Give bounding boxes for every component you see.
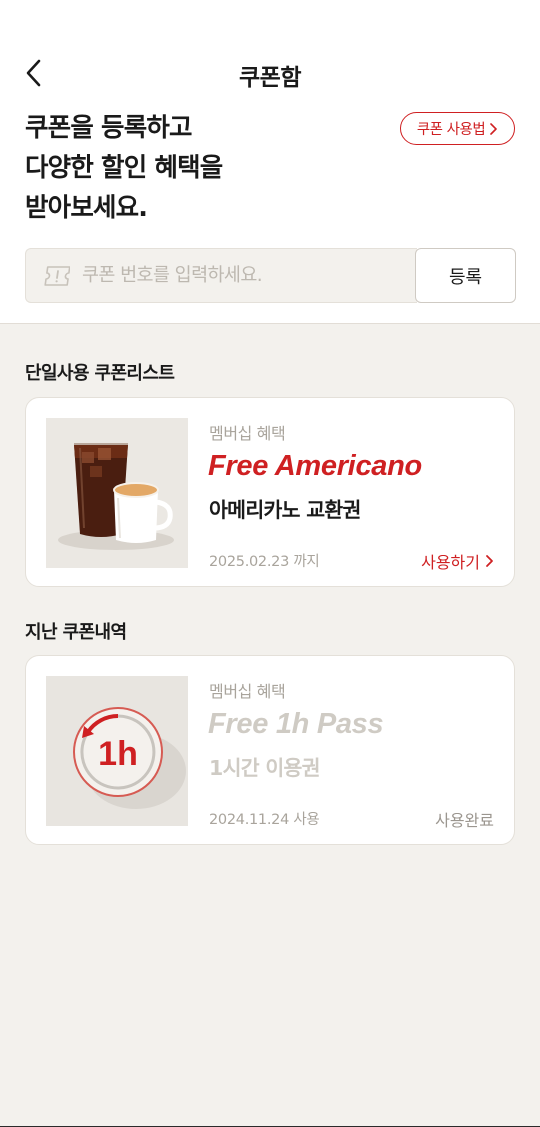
- coupon-status-label: 사용완료: [435, 811, 494, 830]
- coupon-guide-button[interactable]: 쿠폰 사용법: [400, 112, 515, 145]
- active-coupons-title: 단일사용 쿠폰리스트: [25, 363, 175, 384]
- coupon-code-field[interactable]: [25, 248, 417, 303]
- intro-line-2: 다양한 할인 혜택을: [25, 153, 223, 183]
- coupon-promo-title: Free 1h Pass: [208, 708, 384, 740]
- americano-thumbnail: [46, 418, 188, 568]
- intro-headline: 쿠폰을 등록하고 다양한 할인 혜택을 받아보세요.: [25, 108, 365, 228]
- use-coupon-label: 사용하기: [421, 553, 480, 572]
- page-title: 쿠폰함: [239, 65, 301, 91]
- coupon-category: 멤버십 혜택: [209, 424, 286, 443]
- one-hour-pass-thumbnail: 1h: [46, 676, 188, 826]
- intro-line-3: 받아보세요.: [25, 193, 148, 223]
- intro-line-1: 쿠폰을 등록하고: [25, 113, 193, 143]
- coupon-expiry-date: 2025.02.23 까지: [209, 554, 320, 570]
- coupon-category: 멤버십 혜택: [209, 682, 286, 701]
- coupon-name: 아메리카노 교환권: [209, 498, 361, 522]
- register-button[interactable]: 등록: [415, 248, 516, 303]
- coupon-card-americano[interactable]: 멤버십 혜택 Free Americano 아메리카노 교환권 2025.02.…: [25, 397, 515, 587]
- iced-and-hot-coffee-image: [46, 418, 188, 568]
- use-coupon-link[interactable]: 사용하기: [421, 549, 494, 573]
- coupon-used-date: 2024.11.24 사용: [209, 812, 320, 828]
- coupon-card-1h-pass: 1h 멤버십 혜택 Free 1h Pass 1시간 이용권 2024.11.2…: [25, 655, 515, 845]
- past-coupons-title: 지난 쿠폰내역: [25, 622, 127, 643]
- thumb-1h-text: 1h: [98, 735, 138, 773]
- coupon-status: 사용완료: [435, 807, 494, 831]
- one-hour-timer-icon: 1h: [46, 676, 188, 826]
- coupon-name: 1시간 이용권: [209, 756, 321, 780]
- coupon-guide-label: 쿠폰 사용법: [416, 122, 486, 138]
- header-area: 쿠폰함 쿠폰을 등록하고 다양한 할인 혜택을 받아보세요. 쿠폰 사용법 등록: [0, 0, 540, 324]
- coupon-promo-title: Free Americano: [208, 450, 422, 482]
- chevron-right-icon: [490, 122, 497, 135]
- coupon-ticket-icon: [44, 265, 70, 286]
- chevron-right-icon: [486, 555, 493, 567]
- coupon-code-input[interactable]: [82, 265, 402, 286]
